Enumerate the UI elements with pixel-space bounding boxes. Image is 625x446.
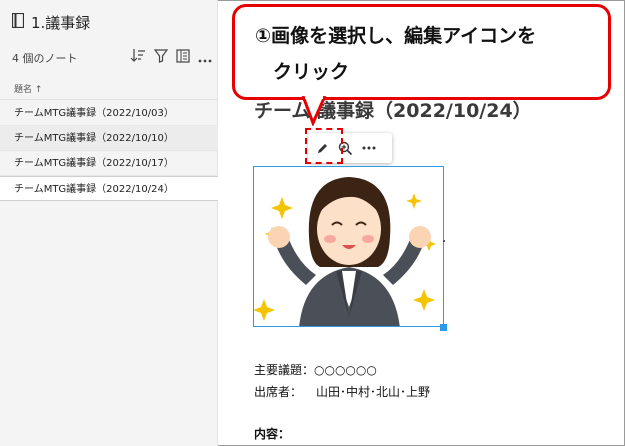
list-item[interactable]: チームMTG議事録（2022/10/03） bbox=[0, 101, 218, 126]
list-item[interactable]: チームMTG議事録（2022/10/17） bbox=[0, 151, 218, 176]
sidebar-tools bbox=[130, 48, 212, 67]
list-item[interactable]: チームMTG議事録（2022/10/10） bbox=[0, 126, 218, 151]
more-options-icon[interactable] bbox=[198, 48, 212, 67]
agenda-label: 主要議題： bbox=[254, 363, 315, 377]
callout-line-2: クリック bbox=[273, 61, 350, 83]
selected-image[interactable] bbox=[253, 166, 444, 327]
sort-icon[interactable] bbox=[130, 48, 146, 67]
instruction-callout: ①画像を選択し、編集アイコンを クリック bbox=[232, 4, 611, 100]
list-item-selected[interactable]: チームMTG議事録（2022/10/24） bbox=[0, 176, 218, 201]
notes-sidebar: 1.議事録 4 個のノート 題名 ↑ チームMTG議事録（2022/10/03）… bbox=[0, 0, 218, 446]
column-header-title[interactable]: 題名 ↑ bbox=[14, 82, 42, 95]
note-count: 4 個のノート bbox=[12, 52, 78, 65]
callout-pointer bbox=[301, 96, 327, 126]
notebook-header: 1.議事録 bbox=[11, 12, 91, 33]
attendees-line[interactable]: 出席者： 山田･中村･北山･上野 bbox=[254, 383, 430, 400]
agenda-value: ○○○○○○ bbox=[314, 363, 377, 377]
resize-handle[interactable] bbox=[440, 324, 447, 331]
filter-icon[interactable] bbox=[153, 48, 169, 67]
cursor-mark bbox=[443, 240, 445, 242]
edit-icon-highlight bbox=[305, 128, 343, 164]
attendees-label: 出席者： bbox=[254, 385, 303, 399]
agenda-line[interactable]: 主要議題：○○○○○○ bbox=[254, 361, 377, 378]
content-label[interactable]: 内容： bbox=[254, 425, 290, 442]
divider bbox=[0, 99, 218, 100]
note-list: チームMTG議事録（2022/10/03） チームMTG議事録（2022/10/… bbox=[0, 101, 218, 201]
more-options-icon[interactable] bbox=[362, 146, 376, 150]
page-title[interactable]: チーム 議事録（2022/10/24） bbox=[254, 96, 532, 123]
attendees-value: 山田･中村･北山･上野 bbox=[316, 385, 431, 399]
callout-line-1: ①画像を選択し、編集アイコンを bbox=[255, 25, 537, 47]
notebook-title: 1.議事録 bbox=[31, 14, 91, 32]
notebook-icon bbox=[11, 12, 25, 32]
view-options-icon[interactable] bbox=[176, 48, 190, 67]
note-count-row: 4 個のノート bbox=[12, 48, 212, 68]
